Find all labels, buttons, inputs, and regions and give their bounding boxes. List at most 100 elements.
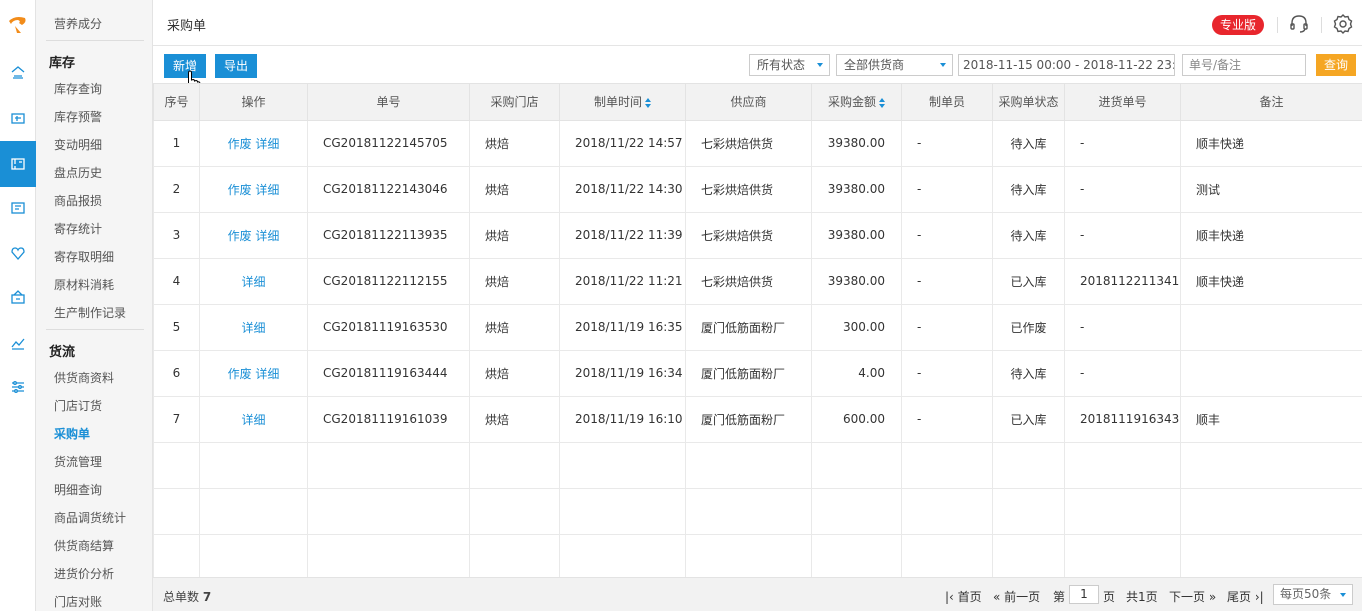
headset-icon[interactable]	[1288, 13, 1310, 35]
cell-maker: -	[901, 211, 993, 259]
supplier-select[interactable]: 全部供货商	[836, 54, 953, 76]
cell-amount: 39380.00	[811, 211, 902, 259]
cell-order-no: CG20181119163444	[307, 349, 470, 397]
sidebar-item-change-detail[interactable]: 变动明细	[54, 136, 102, 153]
void-link[interactable]: 作废	[228, 183, 252, 197]
cell-status: 待入库	[992, 349, 1065, 397]
col-maker: 制单员	[901, 84, 993, 121]
empty-cell	[199, 487, 308, 535]
cell-index: 1	[153, 119, 200, 167]
sort-icon[interactable]	[645, 97, 651, 108]
empty-cell	[153, 487, 200, 535]
sidebar-item-store-order[interactable]: 门店订货	[54, 397, 102, 414]
cell-amount: 4.00	[811, 349, 902, 397]
first-page-button[interactable]: |‹ 首页	[945, 588, 982, 605]
cell-receipt-no[interactable]: 20181122113410	[1064, 257, 1181, 305]
col-supplier: 供应商	[685, 84, 812, 121]
detail-link[interactable]: 详细	[241, 413, 265, 427]
cell-receipt-no[interactable]: 20181119163435	[1064, 395, 1181, 443]
sidebar-item-purchase-order[interactable]: 采购单	[54, 425, 90, 442]
total-count: 总单数 7	[163, 590, 212, 604]
date-range-input[interactable]: 2018-11-15 00:00 - 2018-11-22 23:59	[958, 54, 1175, 76]
page-number-input[interactable]: 1	[1069, 585, 1099, 604]
sidebar-item-detail-query[interactable]: 明细查询	[54, 481, 102, 498]
cell-actions: 作废 详细	[199, 165, 308, 213]
caret-down-icon	[1340, 593, 1346, 597]
detail-link[interactable]: 详细	[255, 229, 279, 243]
sidebar-item-stock-alert[interactable]: 库存预警	[54, 108, 102, 125]
col-amount[interactable]: 采购金额	[811, 84, 902, 121]
cell-store: 烘焙	[469, 119, 560, 167]
last-page-button[interactable]: 尾页 ›|	[1227, 588, 1264, 605]
sidebar-item-logistics-mgmt[interactable]: 货流管理	[54, 453, 102, 470]
logo-icon[interactable]	[0, 0, 36, 48]
sidebar-item-stocktake-history[interactable]: 盘点历史	[54, 164, 102, 181]
gear-icon[interactable]	[1332, 13, 1354, 35]
cell-created-time: 2018/11/22 11:39	[559, 211, 686, 259]
sort-icon[interactable]	[879, 97, 885, 108]
sidebar-item-deposit-detail[interactable]: 寄存取明细	[54, 248, 114, 265]
table-row: 7 详细 CG20181119161039 烘焙 2018/11/19 16:10 厦门低…	[153, 395, 1362, 443]
cell-note: 顺丰快递	[1180, 211, 1362, 259]
sidebar-item-supplier-info[interactable]: 供货商资料	[54, 369, 114, 386]
home-icon[interactable]	[0, 49, 36, 95]
sidebar-item-stock-query[interactable]: 库存查询	[54, 80, 102, 97]
caret-down-icon	[817, 63, 823, 67]
cell-status: 已入库	[992, 257, 1065, 305]
detail-link[interactable]: 详细	[241, 321, 265, 335]
detail-link[interactable]: 详细	[255, 183, 279, 197]
edition-badge[interactable]: 专业版	[1212, 15, 1265, 35]
search-input[interactable]	[1182, 54, 1306, 76]
pagination-bar: 总单数 7 |‹ 首页 « 前一页 第 1 页 共1页 下一页 » 尾页 ›| …	[153, 577, 1362, 611]
cell-supplier: 厦门低筋面粉厂	[685, 395, 812, 443]
cell-amount: 39380.00	[811, 119, 902, 167]
status-select[interactable]: 所有状态	[749, 54, 830, 76]
report-icon[interactable]	[0, 185, 36, 231]
empty-cell	[685, 487, 812, 535]
settings-sliders-icon[interactable]	[0, 364, 36, 410]
page-prefix: 第	[1053, 590, 1066, 604]
cell-status: 待入库	[992, 119, 1065, 167]
sidebar-item-supplier-settlement[interactable]: 供货商结算	[54, 537, 114, 554]
sidebar-item-nutrition[interactable]: 营养成分	[54, 15, 102, 32]
export-button[interactable]: 导出	[215, 54, 257, 78]
col-note: 备注	[1180, 84, 1362, 121]
cell-supplier: 七彩烘焙供货	[685, 165, 812, 213]
void-link[interactable]: 作废	[228, 367, 252, 381]
empty-cell	[199, 533, 308, 581]
sidebar-group-logistics: 货流	[49, 345, 76, 360]
caret-down-icon	[940, 63, 946, 67]
sidebar-item-loss-report[interactable]: 商品报损	[54, 192, 102, 209]
detail-link[interactable]: 详细	[255, 367, 279, 381]
cell-store: 烘焙	[469, 211, 560, 259]
next-page-button[interactable]: 下一页 »	[1169, 588, 1216, 605]
cell-maker: -	[901, 349, 993, 397]
empty-cell	[811, 533, 902, 581]
marketing-icon[interactable]	[0, 274, 36, 320]
cashier-icon[interactable]	[0, 95, 36, 141]
col-created-time[interactable]: 制单时间	[559, 84, 686, 121]
empty-cell	[1064, 441, 1181, 489]
inventory-icon[interactable]	[0, 141, 36, 187]
empty-cell	[811, 487, 902, 535]
cell-receipt-no: -	[1064, 349, 1181, 397]
detail-link[interactable]: 详细	[241, 275, 265, 289]
empty-cell	[811, 441, 902, 489]
sidebar-item-price-analysis[interactable]: 进货价分析	[54, 565, 114, 582]
member-icon[interactable]	[0, 230, 36, 276]
page-size-select[interactable]: 每页50条	[1273, 584, 1353, 605]
cell-order-no: CG20181122113935	[307, 211, 470, 259]
sidebar-item-store-reconcile[interactable]: 门店对账	[54, 593, 102, 610]
sidebar-item-production-log[interactable]: 生产制作记录	[54, 304, 126, 321]
analytics-icon[interactable]	[0, 320, 36, 366]
sidebar-item-transfer-stats[interactable]: 商品调货统计	[54, 509, 126, 526]
prev-page-button[interactable]: « 前一页	[993, 588, 1040, 605]
query-button[interactable]: 查询	[1316, 54, 1356, 76]
cell-actions: 作废 详细	[199, 349, 308, 397]
sidebar-item-material-usage[interactable]: 原材料消耗	[54, 276, 114, 293]
cell-note: 测试	[1180, 165, 1362, 213]
void-link[interactable]: 作废	[228, 137, 252, 151]
sidebar-item-deposit-stats[interactable]: 寄存统计	[54, 220, 102, 237]
void-link[interactable]: 作废	[228, 229, 252, 243]
detail-link[interactable]: 详细	[255, 137, 279, 151]
